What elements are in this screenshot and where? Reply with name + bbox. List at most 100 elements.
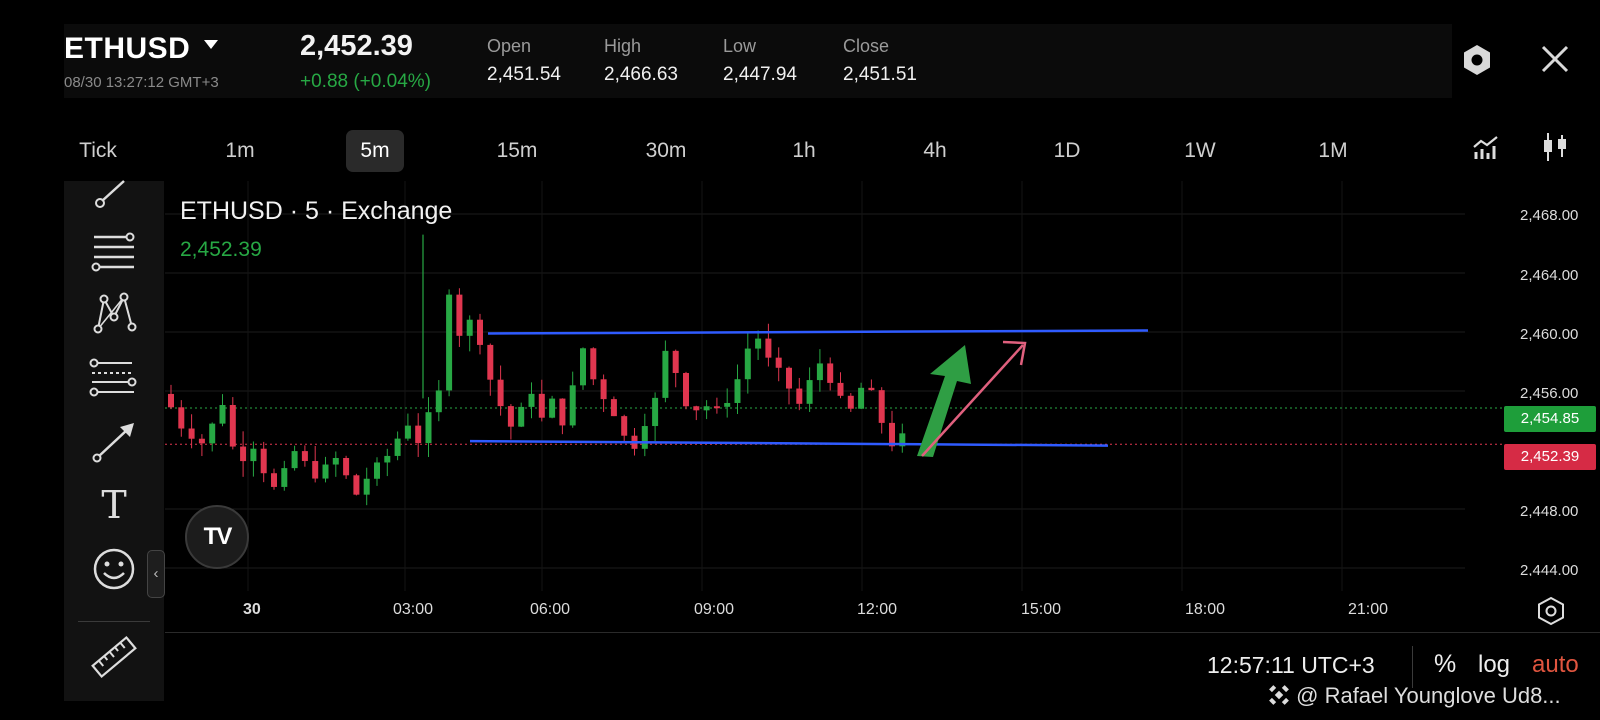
- x-tick-label: 06:00: [530, 601, 571, 618]
- candle-body: [466, 319, 473, 336]
- candle-body: [744, 348, 751, 380]
- timeframe-30m[interactable]: 30m: [634, 130, 698, 172]
- candle-body: [796, 388, 803, 404]
- timeframe-1mo[interactable]: 1M: [1305, 130, 1361, 172]
- chart-legend-price: 2,452.39: [180, 238, 262, 261]
- open-label: Open: [487, 36, 532, 56]
- percent-scale-button[interactable]: %: [1434, 650, 1456, 679]
- sidebar-divider: [78, 621, 150, 622]
- candle-body: [600, 379, 607, 400]
- candle-body: [384, 455, 391, 463]
- candle-body: [394, 438, 401, 456]
- y-tick-label: 2,464.00: [1520, 267, 1579, 284]
- x-tick-label: 09:00: [694, 601, 735, 618]
- candle-body: [683, 372, 689, 407]
- candle-body: [734, 379, 741, 403]
- collapse-toolbar-button[interactable]: ‹: [147, 550, 165, 598]
- chart-settings-icon[interactable]: [1536, 596, 1566, 626]
- x-tick-label: 18:00: [1185, 601, 1226, 618]
- trend-line-icon[interactable]: [88, 177, 140, 211]
- timeframe-1d[interactable]: 1D: [1039, 130, 1095, 172]
- fib-levels-icon[interactable]: [88, 351, 140, 403]
- ruler-icon[interactable]: [88, 631, 140, 683]
- y-tick-label: 2,460.00: [1520, 326, 1579, 343]
- candle-body: [816, 363, 823, 381]
- price-tag-red: 2,452.39: [1504, 444, 1596, 470]
- candle-body: [590, 348, 597, 380]
- timeframe-tick[interactable]: Tick: [68, 130, 128, 172]
- horizontal-lines-icon[interactable]: [88, 225, 140, 277]
- x-tick-label: 30: [243, 601, 261, 618]
- candle-body: [827, 363, 834, 383]
- last-price: 2,452.39: [300, 30, 413, 62]
- timeframe-4h[interactable]: 4h: [906, 130, 964, 172]
- price-reference-lines: [165, 407, 1505, 445]
- candle-body: [538, 393, 545, 418]
- candle-body: [363, 478, 370, 495]
- candle-body: [662, 350, 669, 398]
- high-value: 2,466.63: [604, 64, 678, 85]
- candle-body: [322, 464, 329, 479]
- candle-body: [332, 457, 339, 465]
- candle-body: [374, 462, 380, 479]
- candlestick-series: [168, 234, 906, 506]
- footer-divider: [1412, 646, 1413, 688]
- timeframe-1h[interactable]: 1h: [776, 130, 832, 172]
- timeframe-5m[interactable]: 5m: [346, 130, 404, 172]
- timeframe-15m[interactable]: 15m: [487, 130, 547, 172]
- x-tick-label: 21:00: [1348, 601, 1389, 618]
- candle-body: [713, 406, 720, 409]
- symbol-name[interactable]: ETHUSD: [64, 32, 190, 66]
- candle-body: [878, 390, 885, 423]
- candle-body: [168, 393, 174, 408]
- y-tick-label: 2,456.00: [1520, 385, 1579, 402]
- candle-body: [240, 446, 247, 462]
- candle-body: [837, 382, 844, 396]
- price-chart[interactable]: [165, 181, 1600, 601]
- tradingview-logo: TV: [185, 505, 249, 569]
- candle-body: [580, 348, 586, 386]
- close-value: 2,451.51: [843, 64, 917, 85]
- close-icon[interactable]: [1540, 44, 1570, 74]
- settings-hex-icon[interactable]: [1462, 44, 1492, 76]
- text-tool-icon[interactable]: T: [88, 479, 140, 531]
- candle-body: [559, 398, 566, 426]
- chevron-down-icon[interactable]: [204, 40, 218, 49]
- low-value: 2,447.94: [723, 64, 797, 85]
- candle-body: [549, 398, 556, 418]
- candle-body: [198, 438, 205, 444]
- channel-bottom-line: [469, 439, 1109, 447]
- candle-body: [507, 406, 514, 427]
- chart-legend-symbol: ETHUSD · 5 · Exchange: [180, 197, 453, 225]
- candle-body: [868, 387, 875, 391]
- candle-body: [260, 448, 267, 474]
- candle-body: [765, 338, 772, 358]
- chart-type-candles-icon[interactable]: [1540, 131, 1570, 163]
- high-label: High: [604, 36, 642, 56]
- price-tag-green: 2,454.85: [1504, 406, 1596, 432]
- indicators-icon[interactable]: [1472, 133, 1500, 161]
- auto-scale-button[interactable]: auto: [1532, 651, 1579, 679]
- candle-body: [786, 367, 792, 389]
- candle-body: [456, 294, 463, 336]
- candle-body: [889, 422, 895, 447]
- timeframe-1w[interactable]: 1W: [1172, 130, 1228, 172]
- log-scale-button[interactable]: log: [1478, 651, 1510, 679]
- logo-text: TV: [203, 523, 233, 550]
- pattern-icon[interactable]: [88, 287, 140, 339]
- candle-body: [250, 448, 257, 462]
- session-clock[interactable]: 12:57:11 UTC+3: [1207, 652, 1375, 679]
- x-tick-label: 03:00: [393, 601, 434, 618]
- candle-body: [693, 406, 700, 411]
- channel-top-line: [487, 329, 1149, 335]
- candle-body: [312, 461, 319, 479]
- arrow-up-green: [917, 345, 971, 457]
- timeframe-1m[interactable]: 1m: [210, 130, 270, 172]
- header-bar: ETHUSD 08/30 13:27:12 GMT+3 2,452.39 +0.…: [64, 24, 1452, 98]
- candle-body: [755, 338, 762, 349]
- candle-body: [806, 380, 813, 404]
- arrow-tool-icon[interactable]: [88, 415, 140, 467]
- candle-body: [271, 473, 277, 487]
- emoji-icon[interactable]: [88, 543, 140, 595]
- candle-body: [229, 404, 236, 447]
